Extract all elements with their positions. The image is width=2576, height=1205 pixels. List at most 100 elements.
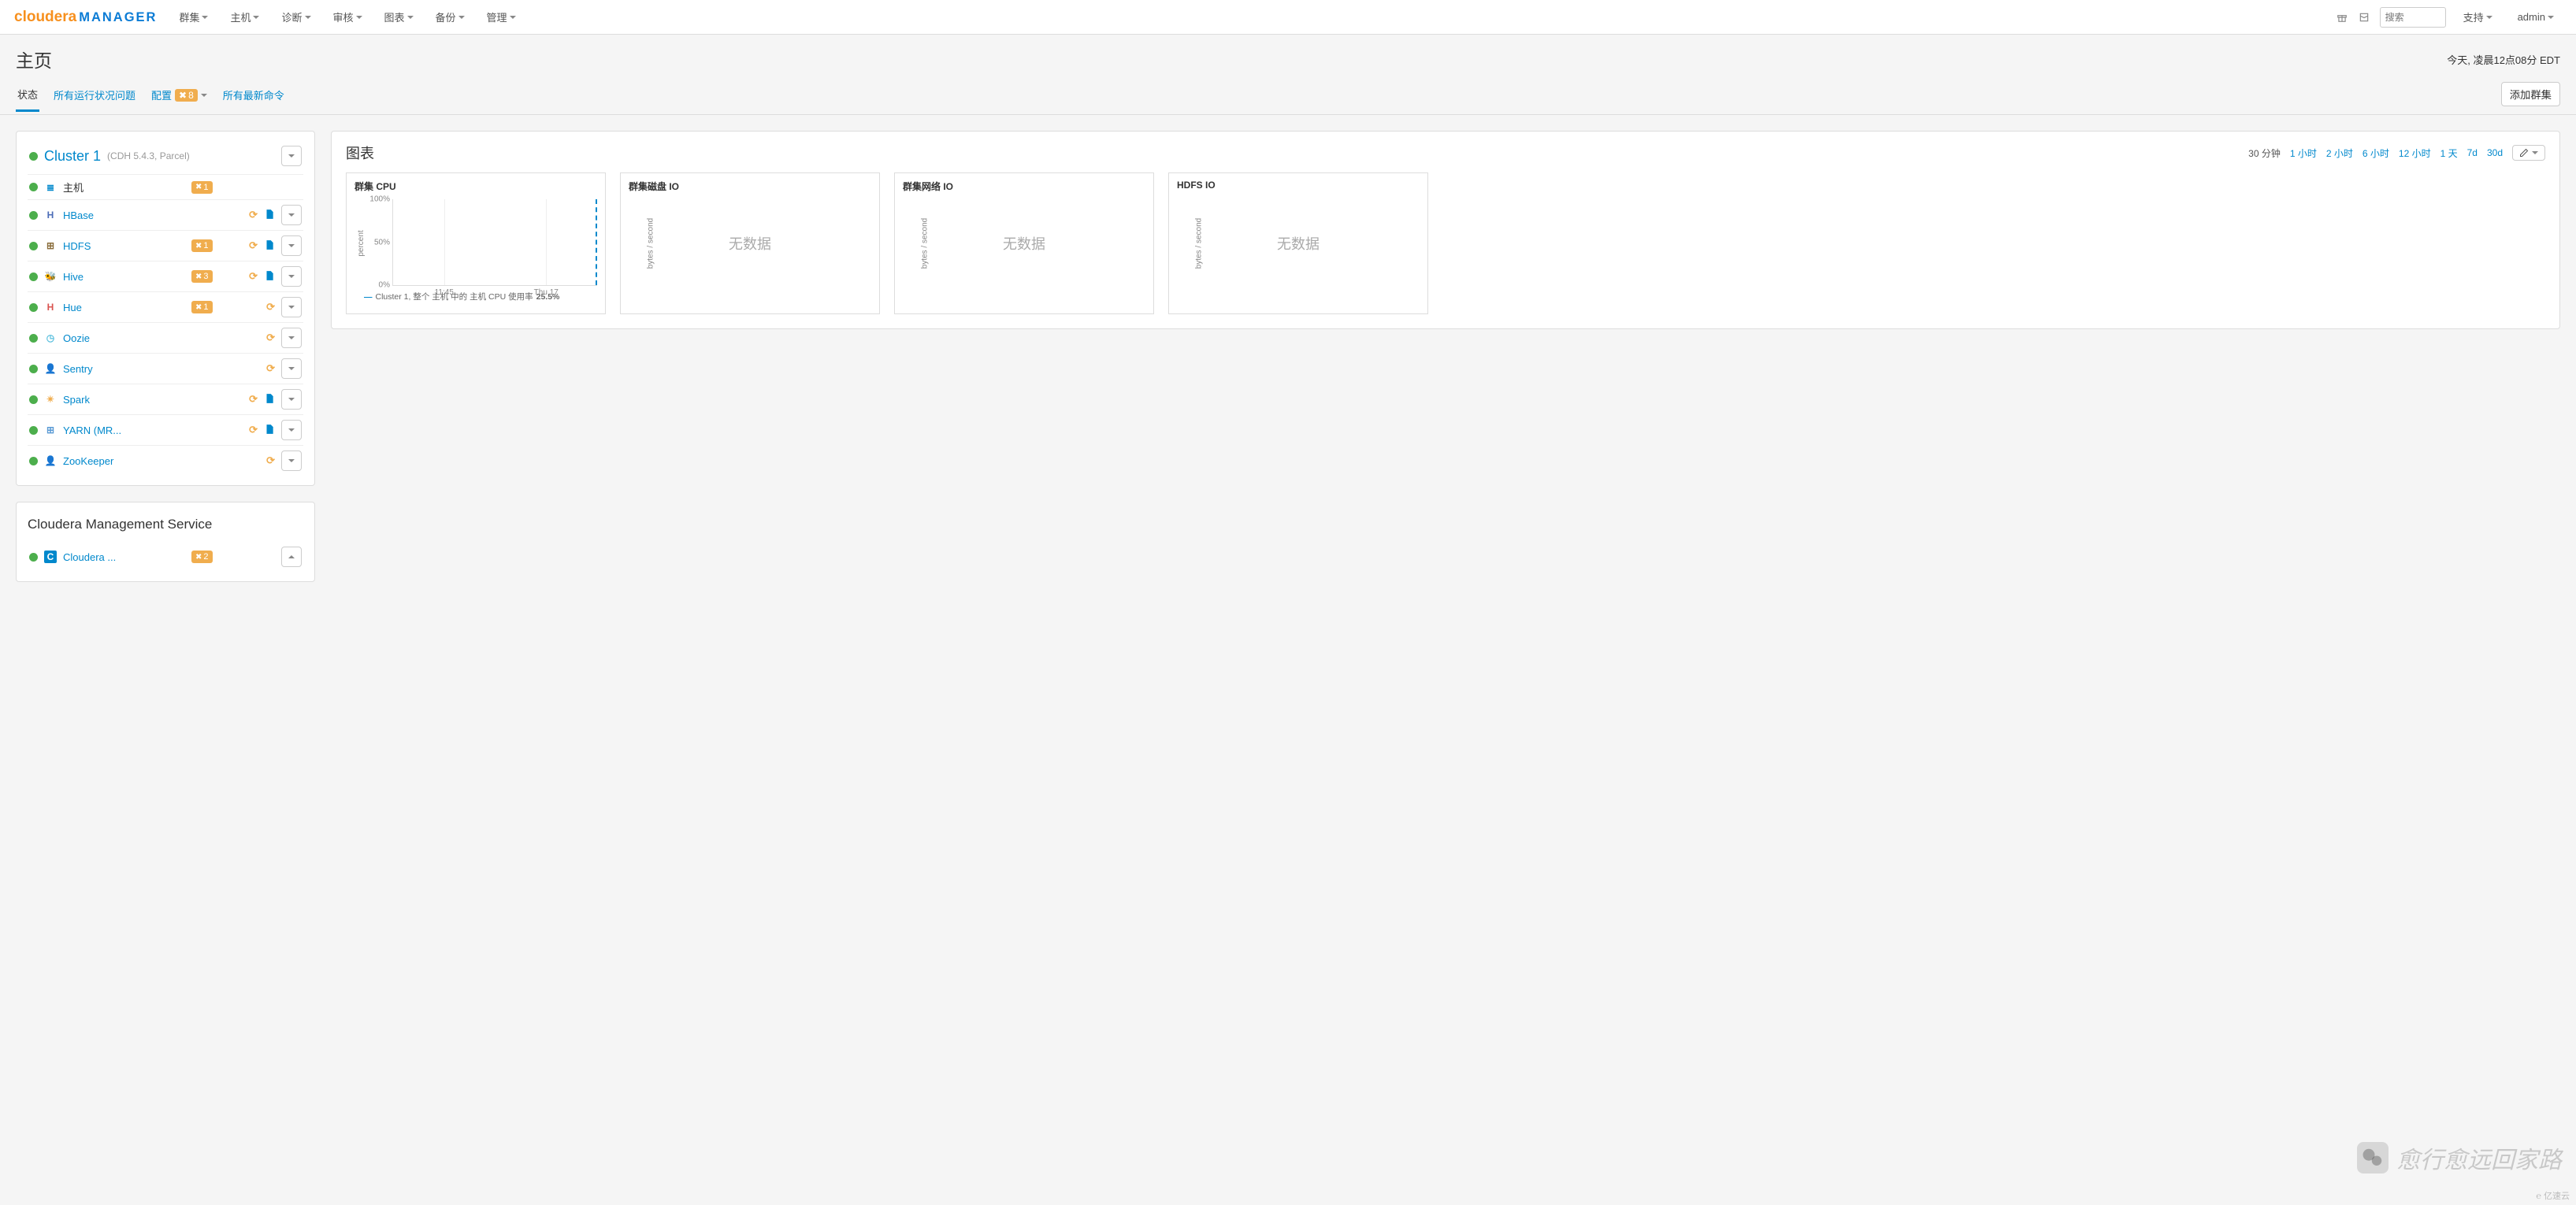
restart-icon[interactable]: ⟳ (249, 270, 258, 283)
service-actions-dropdown[interactable] (281, 358, 302, 379)
cluster-panel: Cluster 1 (CDH 5.4.3, Parcel) ≣主机✖1HHBas… (16, 131, 315, 486)
service-icon: 🐝 (44, 270, 57, 283)
status-dot-icon (29, 242, 38, 250)
restart-icon[interactable]: ⟳ (266, 301, 275, 313)
service-row: ≣主机✖1 (28, 175, 303, 200)
tab-commands[interactable]: 所有最新命令 (221, 81, 286, 110)
y-axis-label: bytes / second (1195, 218, 1204, 269)
service-actions-dropdown[interactable] (281, 450, 302, 471)
service-link[interactable]: Hue (63, 302, 185, 313)
time-range-selector: 30 分钟 1 小时 2 小时 6 小时 12 小时 1 天 7d 30d (2248, 145, 2545, 161)
service-link[interactable]: Sentry (63, 363, 185, 375)
restart-icon[interactable]: ⟳ (266, 362, 275, 375)
tab-config[interactable]: 配置 ✖ 8 (150, 81, 209, 110)
brand-logo[interactable]: cloudera MANAGER (14, 9, 157, 26)
nav-item-5[interactable]: 备份 (428, 5, 473, 29)
service-link[interactable]: ZooKeeper (63, 455, 185, 467)
cluster-actions-dropdown[interactable] (281, 146, 302, 166)
add-cluster-button[interactable]: 添加群集 (2501, 82, 2560, 106)
config-warn-badge[interactable]: ✖1 (191, 239, 213, 252)
service-list: ≣主机✖1HHBase⟳⊞HDFS✖1⟳🐝Hive✖3⟳HHue✖1⟳◷Oozi… (28, 175, 303, 476)
chart-card[interactable]: HDFS IObytes / second无数据 (1168, 172, 1428, 314)
stale-config-icon[interactable] (264, 424, 275, 437)
nav-item-6[interactable]: 管理 (479, 5, 524, 29)
config-warn-badge[interactable]: ✖ 2 (191, 551, 213, 563)
service-actions-dropdown[interactable] (281, 420, 302, 440)
y-tick: 50% (358, 238, 390, 247)
stale-config-icon[interactable] (264, 393, 275, 406)
support-label: 支持 (2463, 9, 2484, 24)
support-menu[interactable]: 支持 (2455, 5, 2500, 29)
service-actions-dropdown[interactable] (281, 205, 302, 225)
mgmt-actions-dropdown[interactable] (281, 547, 302, 567)
right-column: 图表 30 分钟1 小时2 小时6 小时12 小时1 天7d30d 群集 CPU… (331, 131, 2560, 329)
service-actions-dropdown[interactable] (281, 328, 302, 348)
user-menu[interactable]: admin (2510, 6, 2562, 28)
time-range-0[interactable]: 30 分钟 (2248, 146, 2281, 160)
user-label: admin (2518, 11, 2545, 23)
time-range-4[interactable]: 12 小时 (2399, 146, 2431, 160)
stale-config-icon[interactable] (264, 239, 275, 253)
restart-icon[interactable]: ⟳ (266, 332, 275, 344)
add-cluster-wrap: 添加群集 (2501, 77, 2560, 114)
service-row: 🐝 Hive ✖3 ⟳ (28, 261, 303, 292)
mgmt-service-link[interactable]: Cloudera ... (63, 551, 185, 563)
cluster-name-link[interactable]: Cluster 1 (44, 148, 101, 165)
service-actions-dropdown[interactable] (281, 297, 302, 317)
time-range-1[interactable]: 1 小时 (2290, 146, 2317, 160)
service-actions-dropdown[interactable] (281, 235, 302, 256)
service-link[interactable]: Spark (63, 394, 185, 406)
caret-up-icon (288, 555, 295, 558)
restart-icon[interactable]: ⟳ (249, 393, 258, 406)
stale-config-icon[interactable] (264, 209, 275, 222)
nav-item-2[interactable]: 诊断 (273, 5, 318, 29)
charts-grid: 群集 CPUpercent0%50%100%11:45Thu 17—Cluste… (346, 172, 2545, 314)
nav-item-3[interactable]: 审核 (325, 5, 370, 29)
restart-icon[interactable]: ⟳ (266, 454, 275, 467)
restart-icon[interactable]: ⟳ (249, 239, 258, 252)
x-tick: Thu 17 (534, 288, 559, 297)
parcel-icon[interactable] (2358, 11, 2370, 24)
time-range-7[interactable]: 30d (2487, 147, 2503, 158)
chart-card[interactable]: 群集网络 IObytes / second无数据 (894, 172, 1154, 314)
config-warn-badge[interactable]: ✖3 (191, 270, 213, 283)
service-actions-dropdown[interactable] (281, 389, 302, 410)
config-warn-badge[interactable]: ✖1 (191, 301, 213, 313)
stale-config-icon[interactable] (264, 270, 275, 284)
service-link[interactable]: 主机 (63, 180, 185, 195)
service-link[interactable]: Oozie (63, 332, 185, 344)
gift-icon[interactable] (2336, 11, 2348, 24)
search-input[interactable] (2380, 7, 2446, 28)
caret-icon (288, 398, 295, 401)
nav-right: 支持 admin (2336, 5, 2562, 29)
time-range-3[interactable]: 6 小时 (2363, 146, 2389, 160)
service-actions-dropdown[interactable] (281, 266, 302, 287)
chart-edit-button[interactable] (2512, 145, 2545, 161)
tab-status[interactable]: 状态 (16, 80, 39, 112)
restart-icon[interactable]: ⟳ (249, 209, 258, 221)
tab-health[interactable]: 所有运行状况问题 (52, 81, 137, 110)
chart-card[interactable]: 群集 CPUpercent0%50%100%11:45Thu 17—Cluste… (346, 172, 606, 314)
service-link[interactable]: HDFS (63, 240, 185, 252)
status-dot-icon (29, 334, 38, 343)
config-warn-badge[interactable]: ✖1 (191, 181, 213, 194)
wrench-icon: ✖ (195, 273, 202, 281)
service-link[interactable]: YARN (MR... (63, 425, 185, 436)
restart-icon[interactable]: ⟳ (249, 424, 258, 436)
time-range-6[interactable]: 7d (2467, 147, 2478, 158)
service-icon: ✴ (44, 393, 57, 406)
service-link[interactable]: Hive (63, 271, 185, 283)
time-range-2[interactable]: 2 小时 (2326, 146, 2353, 160)
status-dot-icon (29, 152, 38, 161)
svc-actions: ⟳ (231, 209, 275, 222)
footer-mark: ℮ 亿速云 (2536, 1189, 2570, 1202)
nav-item-1[interactable]: 主机 (222, 5, 267, 29)
page-title: 主页 (16, 46, 52, 72)
service-row: HHBase⟳ (28, 200, 303, 231)
nav-item-0[interactable]: 群集 (171, 5, 216, 29)
chart-card[interactable]: 群集磁盘 IObytes / second无数据 (620, 172, 880, 314)
time-range-5[interactable]: 1 天 (2441, 146, 2458, 160)
nav-item-4[interactable]: 图表 (377, 5, 421, 29)
nav-item-label: 主机 (230, 9, 251, 24)
service-link[interactable]: HBase (63, 209, 185, 221)
